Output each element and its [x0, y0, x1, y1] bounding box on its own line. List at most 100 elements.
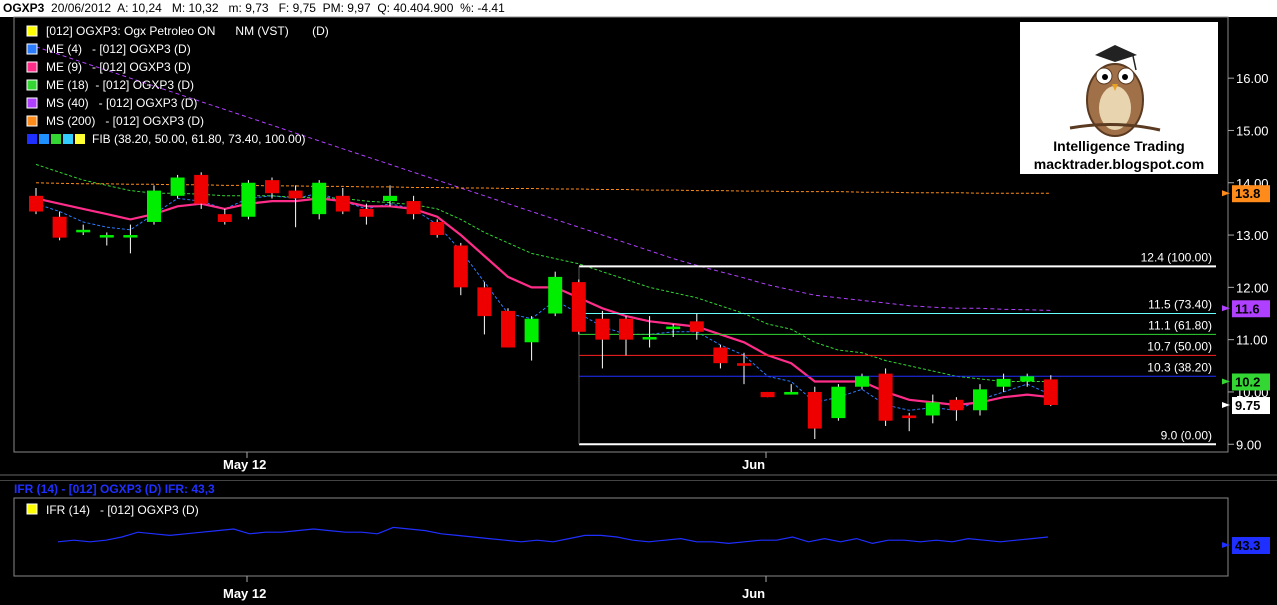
y-tick-label: 12.00 — [1236, 280, 1269, 295]
candle-body — [147, 190, 161, 222]
legend-label: [012] OGXP3: Ogx Petroleo ON NM (VST) (D… — [46, 24, 329, 38]
ifr-value-label: 43.3 — [1235, 538, 1260, 553]
x-tick-label: Jun — [742, 457, 765, 472]
legend-swatch — [26, 97, 38, 109]
candle-body — [383, 195, 397, 202]
fib-label: 9.0 (0.00) — [1161, 428, 1212, 442]
candle-body — [548, 276, 563, 314]
legend-swatch — [26, 503, 38, 515]
y-tick-label: 9.00 — [1236, 437, 1261, 452]
price-chart[interactable]: 16.0015.0014.0013.0012.0011.0010.009.00M… — [0, 0, 1277, 605]
candle-body — [925, 402, 940, 416]
candle-body — [335, 195, 350, 212]
legend-label: MS (200) - [012] OGXP3 (D) — [46, 114, 204, 128]
legend-swatch — [39, 134, 49, 144]
x-tick-label: Jun — [742, 586, 765, 601]
price-tag-arrow — [1222, 305, 1230, 312]
price-tag-arrow — [1222, 402, 1230, 409]
price-tag-arrow — [1222, 190, 1230, 197]
ifr-legend-label: IFR (14) - [012] OGXP3 (D) — [46, 503, 199, 517]
legend-label: ME (4) - [012] OGXP3 (D) — [46, 42, 191, 56]
candle-body — [1043, 379, 1058, 406]
price-tag-label: 9.75 — [1235, 398, 1260, 413]
candle-body — [477, 287, 492, 317]
candle-body — [453, 245, 468, 288]
legend-label: FIB (38.20, 50.00, 61.80, 73.40, 100.00) — [92, 132, 306, 146]
ifr-line — [57, 526, 1049, 545]
candle-body — [713, 347, 728, 364]
candle-body — [406, 201, 421, 215]
y-tick-label: 15.00 — [1236, 123, 1269, 138]
candle-body — [501, 310, 515, 348]
fib-label: 10.3 (38.20) — [1147, 360, 1212, 374]
candle-body — [170, 177, 185, 196]
candle-body — [619, 318, 633, 340]
candle-body — [194, 174, 209, 204]
legend-swatch — [26, 79, 38, 91]
series-line — [35, 197, 1051, 407]
candle-body — [666, 326, 681, 330]
candle-body — [831, 386, 846, 419]
legend-swatch — [27, 134, 37, 144]
candle-body — [1020, 376, 1035, 382]
candle-body — [760, 391, 775, 398]
candle-body — [76, 229, 91, 233]
x-tick-label: May 12 — [223, 586, 266, 601]
price-tag-label: 11.6 — [1235, 301, 1260, 316]
candle-body — [217, 214, 232, 222]
ifr-header: IFR (14) - [012] OGXP3 (D) IFR: 43,3 — [0, 480, 1277, 496]
candle-body — [642, 337, 657, 340]
fib-label: 10.7 (50.00) — [1147, 339, 1212, 353]
fib-label: 12.4 (100.00) — [1141, 250, 1212, 264]
candle-body — [973, 389, 987, 411]
candle-body — [265, 180, 279, 194]
owl-pupil — [1122, 74, 1128, 80]
owl-pupil — [1102, 74, 1108, 80]
candle-body — [996, 378, 1011, 387]
candle-body — [123, 235, 138, 238]
price-tag-label: 13.8 — [1235, 186, 1260, 201]
legend-swatch — [26, 115, 38, 127]
series-line — [35, 192, 1052, 411]
candle-body — [737, 363, 751, 366]
x-tick-label: May 12 — [223, 457, 266, 472]
candle-body — [902, 415, 917, 419]
legend-swatch — [26, 61, 38, 73]
candle-body — [524, 318, 539, 343]
candle-body — [52, 216, 67, 238]
candle-body — [878, 373, 893, 421]
ifr-tag-arrow — [1222, 542, 1230, 548]
candle-body — [99, 235, 114, 238]
series-line — [35, 182, 1051, 194]
legend-swatch — [75, 134, 85, 144]
legend-swatch — [26, 25, 38, 37]
candle-body — [430, 221, 445, 236]
candle-body — [241, 182, 256, 217]
legend-swatch — [26, 43, 38, 55]
legend-label: ME (9) - [012] OGXP3 (D) — [46, 60, 191, 74]
candle-body — [571, 282, 586, 332]
series-line — [35, 163, 1051, 382]
price-tag-arrow — [1222, 378, 1230, 385]
candle-body — [359, 208, 374, 217]
legend-label: ME (18) - [012] OGXP3 (D) — [46, 78, 194, 92]
candle-body — [689, 321, 704, 332]
fib-label: 11.5 (73.40) — [1148, 298, 1212, 312]
legend-label: MS (40) - [012] OGXP3 (D) — [46, 96, 197, 110]
candle-body — [784, 391, 799, 395]
y-tick-label: 16.00 — [1236, 71, 1269, 86]
logo-title: Intelligence Trading — [1053, 138, 1184, 154]
candle-body — [288, 190, 303, 199]
legend-swatch — [51, 134, 61, 144]
candle-body — [949, 399, 964, 411]
candle-body — [595, 318, 610, 340]
fib-label: 11.1 (61.80) — [1148, 318, 1212, 332]
y-tick-label: 11.00 — [1236, 333, 1268, 348]
legend-swatch — [63, 134, 73, 144]
candle-body — [312, 182, 327, 215]
candle-body — [29, 195, 43, 212]
y-tick-label: 13.00 — [1236, 228, 1269, 243]
logo-url: macktrader.blogspot.com — [1034, 156, 1204, 172]
price-tag-label: 10.2 — [1235, 374, 1260, 389]
candle-body — [855, 376, 869, 387]
